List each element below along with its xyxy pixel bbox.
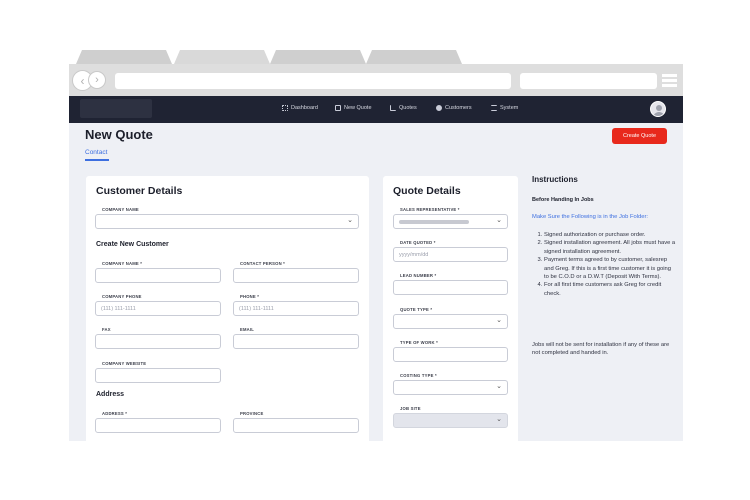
quote-details-title: Quote Details	[393, 185, 461, 197]
create-quote-button[interactable]: Create Quote	[612, 128, 667, 144]
nav-item-dashboard[interactable]: Dashboard	[282, 105, 318, 111]
nav-item-label: Quotes	[399, 105, 417, 111]
job-site-label: JOB SITE	[400, 406, 421, 411]
instructions-title: Instructions	[532, 175, 578, 184]
browser-search-bar[interactable]	[520, 73, 657, 89]
browser-tab[interactable]	[366, 50, 462, 64]
sliders-icon	[491, 105, 497, 111]
browser-tab[interactable]	[174, 50, 270, 64]
instructions-list: Signed authorization or purchase order. …	[532, 231, 677, 298]
new-company-name-label: COMPANY NAME *	[102, 261, 143, 266]
screenshot-stage: ‹ › Dashboard New Quote Quotes Customers…	[0, 0, 750, 500]
contact-person-input[interactable]	[233, 268, 359, 283]
quote-type-select[interactable]	[393, 314, 508, 329]
company-website-label: COMPANY WEBSITE	[102, 361, 147, 366]
create-new-customer-heading: Create New Customer	[96, 241, 169, 248]
costing-type-label: COSTING TYPE *	[400, 373, 437, 378]
page-title: New Quote	[85, 127, 153, 142]
type-of-work-input[interactable]	[393, 347, 508, 362]
phone-label: PHONE *	[240, 294, 260, 299]
instruction-item: Signed authorization or purchase order.	[544, 231, 677, 239]
new-company-name-input[interactable]	[95, 268, 221, 283]
address-bar[interactable]	[115, 73, 511, 89]
company-phone-label: COMPANY PHONE	[102, 294, 142, 299]
instruction-item: Payment terms agreed to by customer, sal…	[544, 256, 677, 281]
company-name-select[interactable]	[95, 214, 359, 229]
browser-tabs	[76, 50, 684, 64]
nav-item-quotes[interactable]: Quotes	[390, 105, 417, 111]
forward-icon[interactable]: ›	[88, 71, 106, 89]
instruction-item: For all first time customers ask Greg fo…	[544, 281, 677, 298]
nav-item-new-quote[interactable]: New Quote	[335, 105, 372, 111]
nav-item-system[interactable]: System	[491, 105, 518, 111]
plus-square-icon	[335, 105, 341, 111]
selected-value-placeholder	[399, 219, 469, 224]
email-input[interactable]	[233, 334, 359, 349]
costing-type-select[interactable]	[393, 380, 508, 395]
bar-chart-icon	[390, 105, 396, 111]
sales-rep-select[interactable]	[393, 214, 508, 229]
quote-type-label: QUOTE TYPE *	[400, 307, 433, 312]
date-quoted-input[interactable]: yyyy/mm/dd	[393, 247, 508, 262]
browser-tab[interactable]	[76, 50, 172, 64]
province-input[interactable]	[233, 418, 359, 433]
company-name-label: COMPANY NAME	[102, 207, 139, 212]
lead-number-label: LEAD NUMBER *	[400, 273, 437, 278]
company-phone-input[interactable]: (111) 111-1111	[95, 301, 221, 316]
nav-item-label: Customers	[445, 105, 472, 111]
address-heading: Address	[96, 391, 125, 398]
hamburger-menu-icon[interactable]	[662, 74, 677, 88]
type-of-work-label: TYPE OF WORK *	[400, 340, 438, 345]
job-site-select[interactable]	[393, 413, 508, 428]
nav-item-label: Dashboard	[291, 105, 318, 111]
nav-item-customers[interactable]: Customers	[436, 105, 472, 111]
nav-item-label: System	[500, 105, 519, 111]
customer-details-title: Customer Details	[96, 185, 183, 197]
fax-input[interactable]	[95, 334, 221, 349]
contact-person-label: CONTACT PERSON *	[240, 261, 285, 266]
lead-number-input[interactable]	[393, 280, 508, 295]
fax-label: FAX	[102, 327, 111, 332]
instructions-subtitle: Before Handing In Jobs	[532, 197, 594, 203]
app-logo[interactable]	[80, 99, 152, 118]
grid-icon	[282, 105, 288, 111]
province-label: PROVINCE	[240, 411, 264, 416]
company-website-input[interactable]	[95, 368, 221, 383]
address-label: ADDRESS *	[102, 411, 128, 416]
users-icon	[436, 105, 442, 111]
job-folder-link[interactable]: Make Sure the Following is in the Job Fo…	[532, 214, 648, 220]
date-quoted-label: DATE QUOTED *	[400, 240, 436, 245]
active-tab-indicator	[85, 159, 109, 161]
address-input[interactable]	[95, 418, 221, 433]
email-label: EMAIL	[240, 327, 255, 332]
user-avatar[interactable]	[650, 101, 666, 117]
nav-item-label: New Quote	[344, 105, 372, 111]
sales-rep-label: SALES REPRESENTATIVE *	[400, 207, 460, 212]
instructions-note: Jobs will not be sent for installation i…	[532, 342, 670, 357]
instruction-item: Signed installation agreement. All jobs …	[544, 239, 677, 256]
app-navbar	[69, 96, 683, 123]
browser-tab[interactable]	[270, 50, 366, 64]
phone-input[interactable]: (111) 111-1111	[233, 301, 359, 316]
tab-contact[interactable]: Contact	[85, 149, 107, 156]
